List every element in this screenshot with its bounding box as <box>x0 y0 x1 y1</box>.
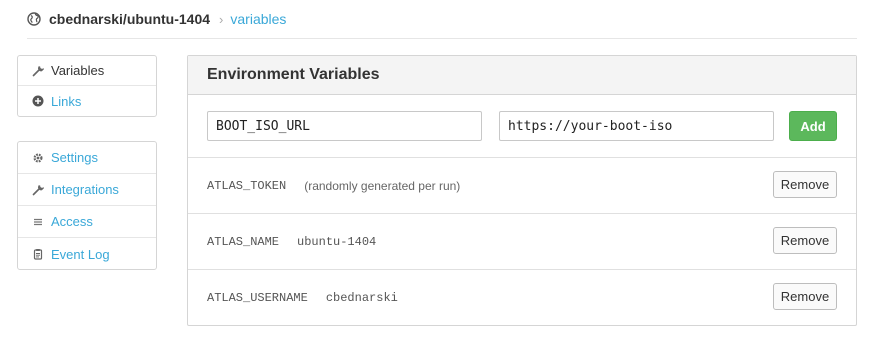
breadcrumb-current-link[interactable]: variables <box>230 11 286 27</box>
sidebar-item-integrations[interactable]: Integrations <box>18 174 156 206</box>
variable-row: ATLAS_TOKEN (randomly generated per run)… <box>188 158 856 214</box>
repo-name-link[interactable]: cbednarski/ubuntu-1404 <box>49 11 210 27</box>
wrench-icon <box>32 184 44 196</box>
variable-key: ATLAS_TOKEN <box>207 178 287 193</box>
panel-title: Environment Variables <box>188 56 856 95</box>
sidebar-item-label: Variables <box>51 63 105 78</box>
wrench-icon <box>32 65 44 77</box>
gear-icon <box>32 152 44 164</box>
sidenav-primary: Variables Links <box>17 55 157 117</box>
variable-note: (randomly generated per run) <box>304 178 461 193</box>
clipboard-icon <box>32 248 44 260</box>
sidebar-item-label: Event Log <box>51 246 110 262</box>
variable-key: ATLAS_USERNAME <box>207 291 308 305</box>
new-variable-form: Add <box>188 95 856 158</box>
breadcrumb-separator: › <box>219 11 224 27</box>
variable-value-input[interactable] <box>499 111 774 141</box>
sidebar-item-label: Integrations <box>51 182 119 197</box>
sidebar-item-label: Settings <box>51 150 98 165</box>
add-variable-button[interactable]: Add <box>789 111 837 141</box>
remove-variable-button[interactable]: Remove <box>773 283 837 310</box>
variable-value: cbednarski <box>325 291 398 305</box>
variable-value: ubuntu-1404 <box>297 234 377 249</box>
sidebar-item-label: Links <box>51 93 82 109</box>
sidebar-item-variables[interactable]: Variables <box>18 56 156 86</box>
sidebar-item-access[interactable]: Access <box>18 206 156 238</box>
plus-circle-icon <box>32 95 44 107</box>
variable-row: ATLAS_USERNAME cbednarski Remove <box>188 270 856 326</box>
sidebar-item-settings[interactable]: Settings <box>18 142 156 174</box>
variable-key: ATLAS_NAME <box>207 234 280 249</box>
remove-variable-button[interactable]: Remove <box>773 171 837 198</box>
remove-variable-button[interactable]: Remove <box>773 227 837 254</box>
variable-key-input[interactable] <box>207 111 482 141</box>
sidenav-secondary: Settings Integrations Access Event Log <box>17 141 157 270</box>
sidebar-item-links[interactable]: Links <box>18 86 156 116</box>
menu-lines-icon <box>32 216 44 228</box>
environment-variables-panel: Environment Variables Add ATLAS_TOKEN (r… <box>187 55 857 326</box>
breadcrumb: cbednarski/ubuntu-1404 › variables <box>27 0 857 39</box>
sidebar-item-label: Access <box>51 214 93 229</box>
sidebar-item-event-log[interactable]: Event Log <box>18 238 156 270</box>
variable-row: ATLAS_NAME ubuntu-1404 Remove <box>188 214 856 270</box>
globe-icon <box>27 12 41 26</box>
